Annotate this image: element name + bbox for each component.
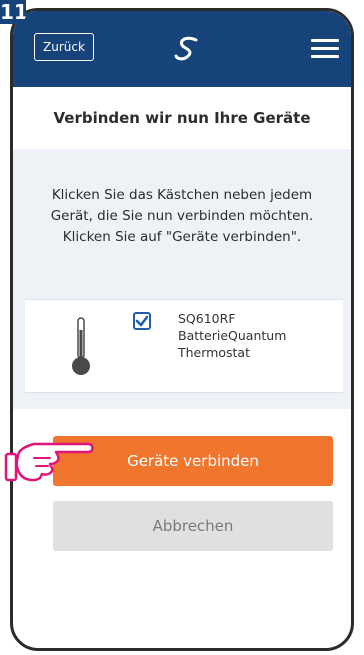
device-card[interactable]: SQ610RF BatterieQuantum Thermostat (25, 299, 343, 393)
cancel-button[interactable]: Abbrechen (53, 501, 333, 551)
step-number-badge: 11 (0, 0, 26, 24)
menu-bar (311, 55, 339, 58)
device-model: SQ610RF (178, 311, 236, 326)
instruction-line: Gerät, die Sie nun verbinden möchten. (50, 208, 314, 224)
checkmark-icon (135, 315, 149, 327)
page-title: Verbinden wir nun Ihre Geräte (53, 109, 311, 127)
salus-logo-icon (174, 36, 198, 61)
device-list: SQ610RF BatterieQuantum Thermostat (13, 283, 351, 409)
instructions: Klicken Sie das Kästchen neben jedem Ger… (13, 149, 351, 283)
pointing-hand-icon (4, 442, 94, 482)
back-button[interactable]: Zurück (34, 33, 94, 61)
phone-frame: Zurück Verbinden wir nun Ihre Geräte Kli… (10, 8, 354, 651)
device-name: BatterieQuantum (178, 328, 287, 343)
top-bar: Zurück (13, 11, 351, 87)
device-info: SQ610RF BatterieQuantum Thermostat (178, 310, 286, 361)
instruction-line: Klicken Sie auf "Geräte verbinden". (62, 229, 302, 245)
menu-bar (311, 47, 339, 50)
hamburger-menu-icon[interactable] (311, 39, 339, 59)
instruction-line: Klicken Sie das Kästchen neben jedem (51, 187, 313, 203)
menu-bar (311, 39, 339, 42)
device-checkbox[interactable] (133, 312, 151, 330)
device-type: Thermostat (178, 345, 250, 360)
thermometer-icon (72, 317, 90, 375)
